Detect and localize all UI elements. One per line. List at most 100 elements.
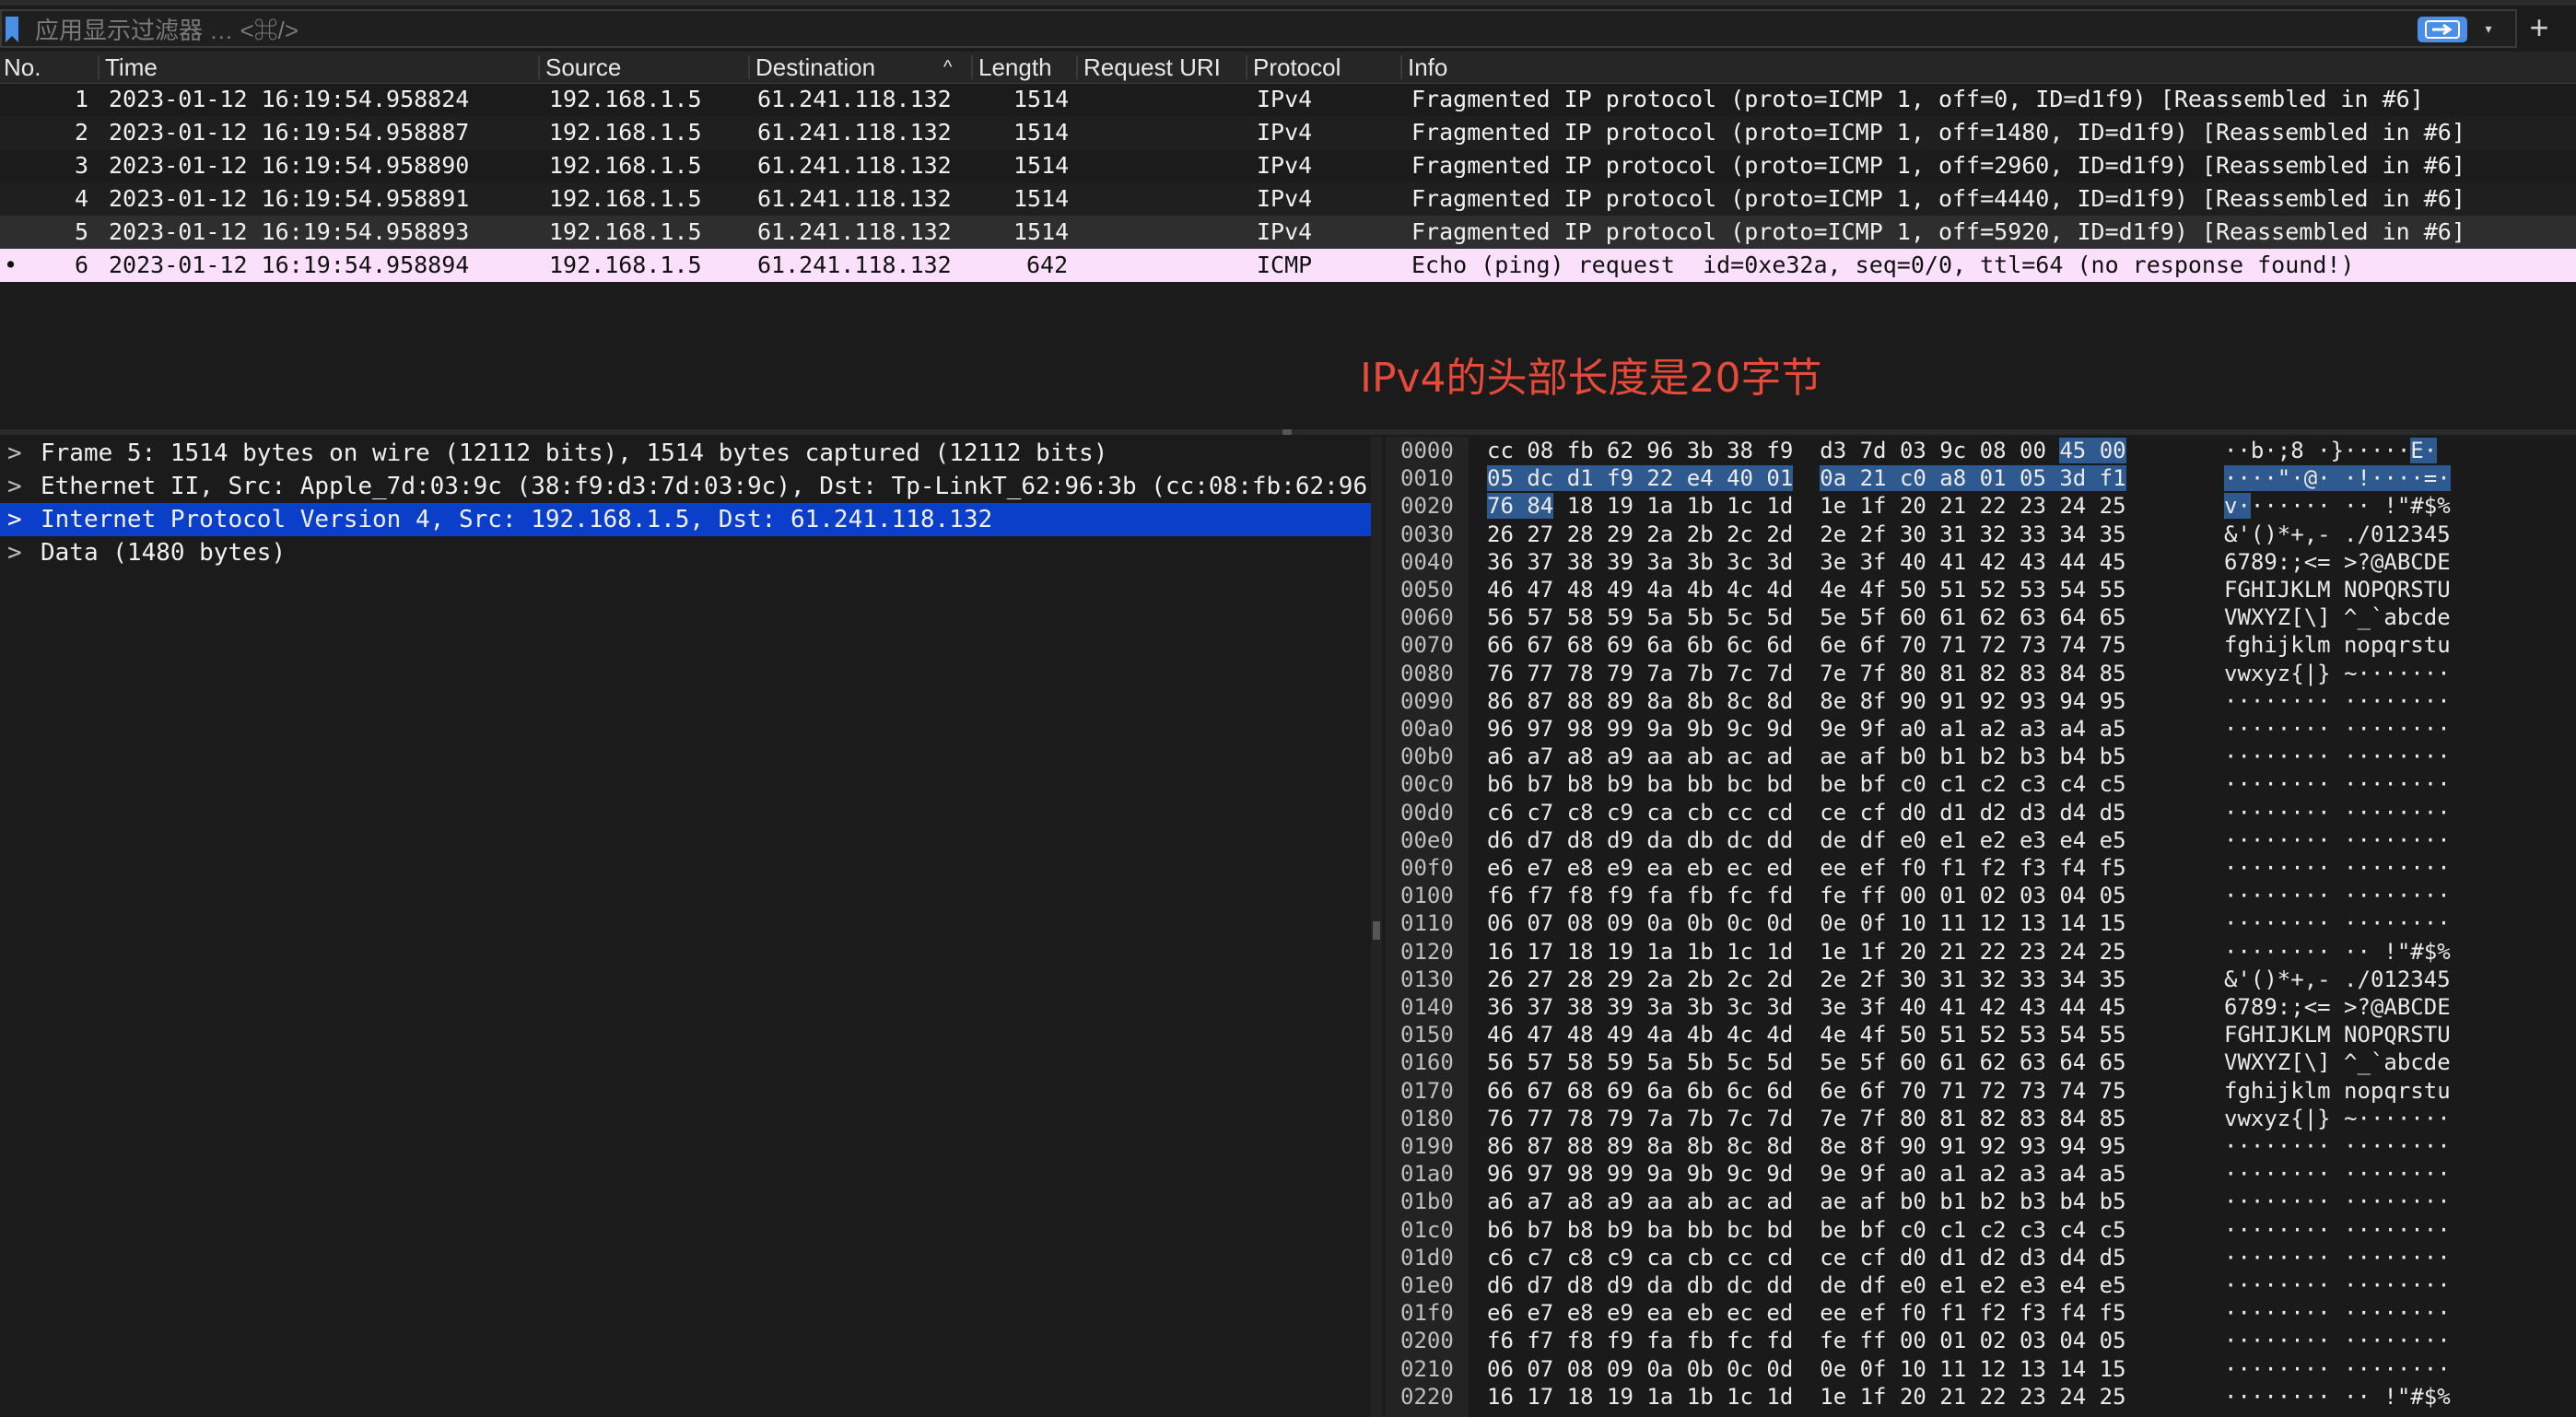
chevron-right-icon[interactable]: > [7,536,22,569]
packet-row[interactable]: 1 2023-01-12 16:19:54.958824 192.168.1.5… [0,83,2576,116]
column-header-no[interactable]: No. [4,52,41,83]
hex-bytes[interactable]: 76 77 78 79 7a 7b 7c 7d 7e 7f 80 81 82 8… [1487,1105,2126,1132]
hex-ascii[interactable]: ········ ········ [2224,770,2451,798]
hex-row[interactable]: 0070 66 67 68 69 6a 6b 6c 6d 6e 6f 70 71 … [1386,631,2576,659]
hex-ascii[interactable]: ··b·;8 ·}·····E· [2224,437,2438,464]
column-header-source[interactable]: Source [545,52,621,83]
column-header-time[interactable]: Time [105,52,158,83]
hex-ascii[interactable]: ········ ·· !"#$% [2224,1383,2451,1411]
hex-bytes[interactable]: 06 07 08 09 0a 0b 0c 0d 0e 0f 10 11 12 1… [1487,909,2126,937]
hex-row[interactable]: 01c0 b6 b7 b8 b9 ba bb bc bd be bf c0 c1 … [1386,1216,2576,1244]
hex-bytes[interactable]: 36 37 38 39 3a 3b 3c 3d 3e 3f 40 41 42 4… [1487,993,2126,1021]
hex-bytes[interactable]: a6 a7 a8 a9 aa ab ac ad ae af b0 b1 b2 b… [1487,1188,2126,1215]
hex-bytes[interactable]: 76 84 18 19 1a 1b 1c 1d 1e 1f 20 21 22 2… [1487,492,2126,520]
hex-ascii[interactable]: ········ ········ [2224,1244,2451,1271]
hex-row[interactable]: 00c0 b6 b7 b8 b9 ba bb bc bd be bf c0 c1 … [1386,770,2576,798]
column-divider[interactable] [971,55,973,79]
hex-row[interactable]: 00f0 e6 e7 e8 e9 ea eb ec ed ee ef f0 f1 … [1386,854,2576,882]
hex-ascii[interactable]: 6789:;<= >?@ABCDE [2224,993,2451,1021]
bookmark-icon[interactable] [6,17,18,42]
column-divider[interactable] [1246,55,1247,79]
hex-ascii[interactable]: VWXYZ[\] ^_`abcde [2224,603,2451,631]
packet-row[interactable]: 4 2023-01-12 16:19:54.958891 192.168.1.5… [0,182,2576,216]
hex-row[interactable]: 0060 56 57 58 59 5a 5b 5c 5d 5e 5f 60 61 … [1386,603,2576,631]
hex-bytes[interactable]: e6 e7 e8 e9 ea eb ec ed ee ef f0 f1 f2 f… [1487,1299,2126,1327]
hex-row[interactable]: 0090 86 87 88 89 8a 8b 8c 8d 8e 8f 90 91 … [1386,687,2576,715]
column-divider[interactable] [1400,55,1402,79]
hex-row[interactable]: 0150 46 47 48 49 4a 4b 4c 4d 4e 4f 50 51 … [1386,1021,2576,1048]
hex-row[interactable]: 00d0 c6 c7 c8 c9 ca cb cc cd ce cf d0 d1 … [1386,799,2576,826]
hex-ascii[interactable]: vwxyz{|} ~······· [2224,1105,2451,1132]
hex-ascii[interactable]: FGHIJKLM NOPQRSTU [2224,576,2451,603]
hex-bytes[interactable]: c6 c7 c8 c9 ca cb cc cd ce cf d0 d1 d2 d… [1487,1244,2126,1271]
hex-bytes[interactable]: 86 87 88 89 8a 8b 8c 8d 8e 8f 90 91 92 9… [1487,687,2126,715]
hex-ascii[interactable]: ········ ········ [2224,826,2451,854]
hex-bytes[interactable]: e6 e7 e8 e9 ea eb ec ed ee ef f0 f1 f2 f… [1487,854,2126,882]
hex-row[interactable]: 01f0 e6 e7 e8 e9 ea eb ec ed ee ef f0 f1 … [1386,1299,2576,1327]
hex-bytes[interactable]: 16 17 18 19 1a 1b 1c 1d 1e 1f 20 21 22 2… [1487,1383,2126,1411]
detail-tree-item-ethernet[interactable]: > Ethernet II, Src: Apple_7d:03:9c (38:f… [0,470,1371,503]
filter-history-dropdown[interactable]: ▾ [2475,17,2502,42]
hex-bytes[interactable]: 46 47 48 49 4a 4b 4c 4d 4e 4f 50 51 52 5… [1487,576,2126,603]
hex-ascii[interactable]: ········ ········ [2224,1188,2451,1215]
chevron-right-icon[interactable]: > [7,437,22,470]
column-header-length[interactable]: Length [978,52,1052,83]
hex-bytes[interactable]: 66 67 68 69 6a 6b 6c 6d 6e 6f 70 71 72 7… [1487,631,2126,659]
column-header-protocol[interactable]: Protocol [1253,52,1341,83]
hex-bytes[interactable]: 96 97 98 99 9a 9b 9c 9d 9e 9f a0 a1 a2 a… [1487,1160,2126,1188]
hex-row[interactable]: 0030 26 27 28 29 2a 2b 2c 2d 2e 2f 30 31 … [1386,521,2576,548]
hex-bytes[interactable]: d6 d7 d8 d9 da db dc dd de df e0 e1 e2 e… [1487,1271,2126,1299]
hex-bytes[interactable]: a6 a7 a8 a9 aa ab ac ad ae af b0 b1 b2 b… [1487,743,2126,770]
hex-row[interactable]: 0220 16 17 18 19 1a 1b 1c 1d 1e 1f 20 21 … [1386,1383,2576,1411]
hex-ascii[interactable]: ········ ········ [2224,1160,2451,1188]
packet-row[interactable]: 2 2023-01-12 16:19:54.958887 192.168.1.5… [0,116,2576,149]
hex-bytes[interactable]: 26 27 28 29 2a 2b 2c 2d 2e 2f 30 31 32 3… [1487,521,2126,548]
splitter-handle-icon[interactable] [1373,921,1380,940]
hex-ascii[interactable]: ········ ········ [2224,1355,2451,1383]
detail-tree-item-data[interactable]: > Data (1480 bytes) [0,536,1371,569]
hex-bytes[interactable]: c6 c7 c8 c9 ca cb cc cd ce cf d0 d1 d2 d… [1487,799,2126,826]
hex-ascii[interactable]: &'()*+,- ./012345 [2224,966,2451,993]
hex-row[interactable]: 0040 36 37 38 39 3a 3b 3c 3d 3e 3f 40 41 … [1386,548,2576,576]
hex-row[interactable]: 0020 76 84 18 19 1a 1b 1c 1d 1e 1f 20 21 … [1386,492,2576,520]
hex-bytes[interactable]: 56 57 58 59 5a 5b 5c 5d 5e 5f 60 61 62 6… [1487,1048,2126,1076]
hex-bytes[interactable]: 06 07 08 09 0a 0b 0c 0d 0e 0f 10 11 12 1… [1487,1355,2126,1383]
hex-row[interactable]: 0010 05 dc d1 f9 22 e4 40 01 0a 21 c0 a8 … [1386,464,2576,492]
hex-ascii[interactable]: ········ ········ [2224,909,2451,937]
detail-tree-item-ipv4[interactable]: > Internet Protocol Version 4, Src: 192.… [0,503,1371,536]
hex-row[interactable]: 0100 f6 f7 f8 f9 fa fb fc fd fe ff 00 01 … [1386,882,2576,909]
hex-row[interactable]: 0050 46 47 48 49 4a 4b 4c 4d 4e 4f 50 51 … [1386,576,2576,603]
chevron-right-icon[interactable]: > [7,503,22,536]
hex-row[interactable]: 0080 76 77 78 79 7a 7b 7c 7d 7e 7f 80 81 … [1386,660,2576,687]
hex-ascii[interactable]: ········ ········ [2224,743,2451,770]
hex-bytes[interactable]: f6 f7 f8 f9 fa fb fc fd fe ff 00 01 02 0… [1487,1327,2126,1354]
hex-row[interactable]: 0180 76 77 78 79 7a 7b 7c 7d 7e 7f 80 81 … [1386,1105,2576,1132]
hex-ascii[interactable]: ········ ········ [2224,1299,2451,1327]
hex-ascii[interactable]: VWXYZ[\] ^_`abcde [2224,1048,2451,1076]
hex-row[interactable]: 0140 36 37 38 39 3a 3b 3c 3d 3e 3f 40 41 … [1386,993,2576,1021]
hex-ascii[interactable]: ········ ········ [2224,1216,2451,1244]
hex-ascii[interactable]: v······· ·· !"#$% [2224,492,2451,520]
hex-bytes[interactable]: f6 f7 f8 f9 fa fb fc fd fe ff 00 01 02 0… [1487,882,2126,909]
display-filter-input[interactable] [33,15,2395,46]
hex-ascii[interactable]: 6789:;<= >?@ABCDE [2224,548,2451,576]
hex-ascii[interactable]: ········ ········ [2224,882,2451,909]
hex-row[interactable]: 0200 f6 f7 f8 f9 fa fb fc fd fe ff 00 01 … [1386,1327,2576,1354]
hex-row[interactable]: 0170 66 67 68 69 6a 6b 6c 6d 6e 6f 70 71 … [1386,1077,2576,1105]
apply-filter-button[interactable] [2418,17,2467,42]
hex-row[interactable]: 0120 16 17 18 19 1a 1b 1c 1d 1e 1f 20 21 … [1386,938,2576,966]
hex-bytes[interactable]: d6 d7 d8 d9 da db dc dd de df e0 e1 e2 e… [1487,826,2126,854]
hex-ascii[interactable]: ········ ········ [2224,1132,2451,1160]
hex-ascii[interactable]: ········ ········ [2224,1271,2451,1299]
hex-row[interactable]: 00e0 d6 d7 d8 d9 da db dc dd de df e0 e1 … [1386,826,2576,854]
hex-row[interactable]: 01b0 a6 a7 a8 a9 aa ab ac ad ae af b0 b1 … [1386,1188,2576,1215]
hex-ascii[interactable]: ····"·@· ·!····=· [2224,464,2451,492]
chevron-right-icon[interactable]: > [7,470,22,503]
column-header-info[interactable]: Info [1408,52,1447,83]
hex-bytes[interactable]: 26 27 28 29 2a 2b 2c 2d 2e 2f 30 31 32 3… [1487,966,2126,993]
hex-row[interactable]: 00b0 a6 a7 a8 a9 aa ab ac ad ae af b0 b1 … [1386,743,2576,770]
hex-bytes[interactable]: 96 97 98 99 9a 9b 9c 9d 9e 9f a0 a1 a2 a… [1487,715,2126,743]
hex-bytes[interactable]: 46 47 48 49 4a 4b 4c 4d 4e 4f 50 51 52 5… [1487,1021,2126,1048]
hex-ascii[interactable]: ········ ········ [2224,799,2451,826]
hex-row[interactable]: 0130 26 27 28 29 2a 2b 2c 2d 2e 2f 30 31 … [1386,966,2576,993]
